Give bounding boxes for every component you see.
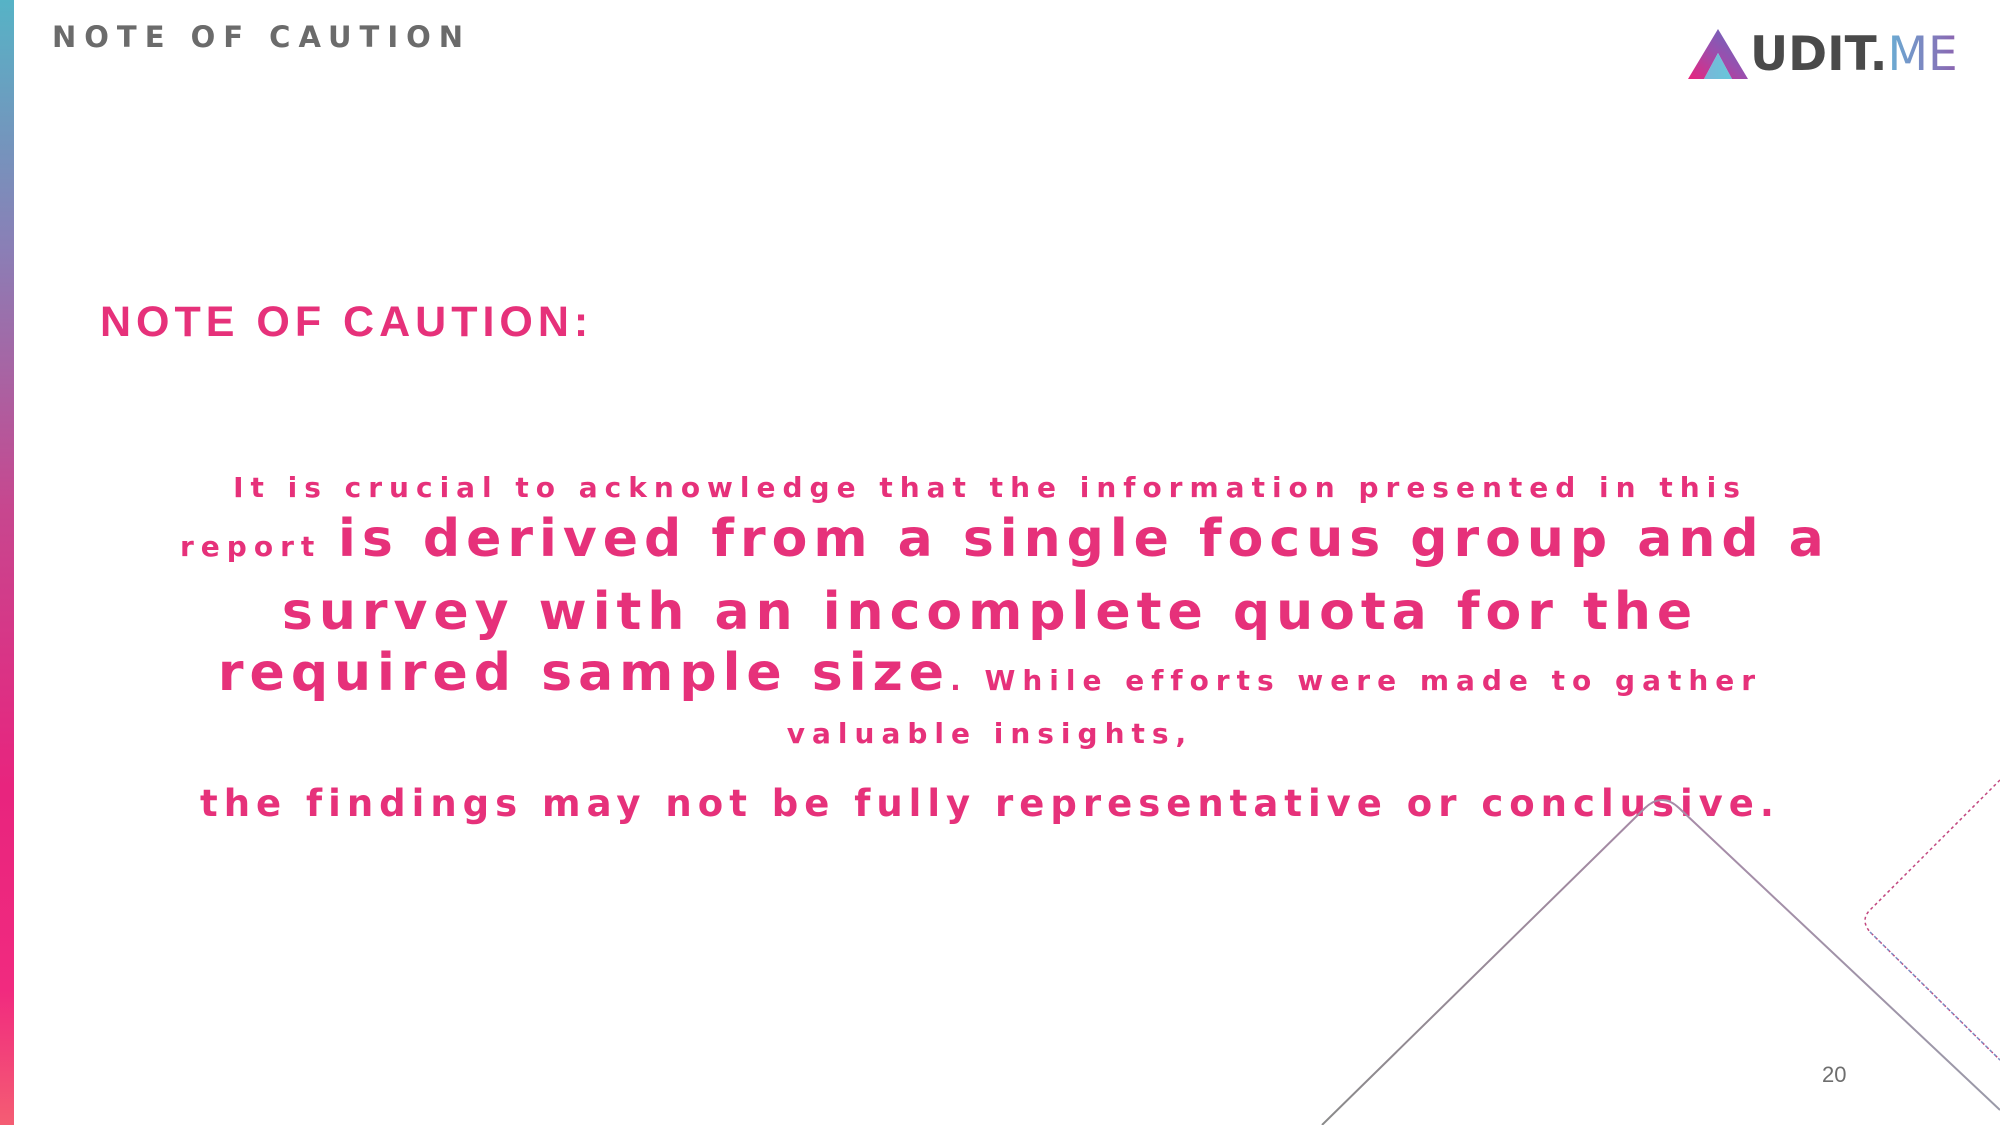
decorative-diamond-lines (1321, 779, 2000, 1125)
page-number: 20 (1822, 1062, 1847, 1087)
